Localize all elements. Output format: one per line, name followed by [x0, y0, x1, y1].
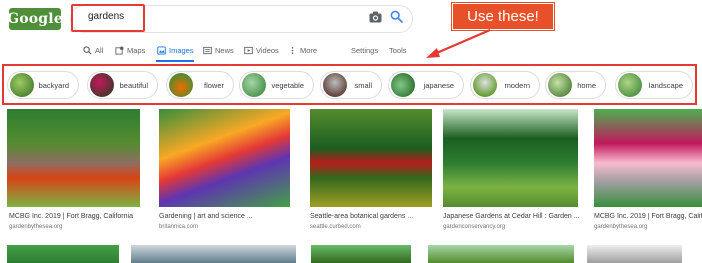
result-image[interactable] — [131, 245, 296, 263]
result-source: seattle.curbed.com — [310, 224, 361, 230]
map-icon — [115, 45, 124, 55]
chip-thumbnail — [323, 73, 347, 97]
chip-thumbnail — [242, 73, 266, 97]
chip-thumbnail — [391, 73, 415, 97]
chip-label: japanese — [423, 80, 454, 90]
query-highlight-box — [71, 4, 145, 32]
result-image[interactable] — [159, 109, 290, 207]
image-icon — [157, 45, 166, 55]
chip-small[interactable]: small — [320, 71, 382, 99]
tab-label: News — [215, 45, 234, 55]
tools-label: Tools — [389, 45, 407, 55]
result-caption[interactable]: Seattle-area botanical gardens ... — [310, 213, 413, 220]
chip-modern[interactable]: modern — [470, 71, 540, 99]
tab-images[interactable]: Images — [157, 44, 194, 56]
tab-label: All — [95, 45, 104, 55]
active-tab-underline — [156, 60, 194, 62]
result-image[interactable] — [7, 245, 119, 263]
result-image[interactable] — [310, 109, 432, 207]
chip-beautiful[interactable]: beautiful — [87, 71, 158, 99]
chip-backyard[interactable]: backyard — [7, 71, 79, 99]
chip-thumbnail — [169, 73, 193, 97]
tab-label: Videos — [256, 45, 279, 55]
search-icon[interactable] — [390, 10, 403, 23]
chip-japanese[interactable]: japanese — [388, 71, 464, 99]
chip-vegetable[interactable]: vegetable — [239, 71, 314, 99]
chip-label: modern — [504, 80, 530, 90]
chip-label: flower — [203, 80, 224, 90]
more-vert-icon — [291, 46, 294, 54]
chip-label: landscape — [648, 80, 683, 90]
tab-maps[interactable]: Maps — [115, 44, 145, 56]
chip-label: beautiful — [119, 80, 148, 90]
chip-flower[interactable]: flower — [166, 71, 234, 99]
tab-label: Maps — [127, 45, 146, 55]
chip-home[interactable]: home — [545, 71, 606, 99]
result-image[interactable] — [428, 245, 574, 263]
result-caption[interactable]: Gardening | art and science ... — [159, 213, 253, 220]
tools-link[interactable]: Tools — [389, 44, 407, 56]
news-icon — [203, 46, 212, 54]
result-caption[interactable]: Japanese Gardens at Cedar Hill : Garden … — [443, 213, 580, 220]
tab-news[interactable]: News — [203, 44, 234, 56]
result-source: gardenbythesea.org — [9, 224, 63, 230]
result-source: britannica.com — [159, 224, 199, 230]
chip-thumbnail — [10, 73, 34, 97]
chip-thumbnail — [473, 73, 497, 97]
search-icon — [83, 45, 92, 55]
camera-icon[interactable] — [369, 11, 382, 23]
settings-label: Settings — [351, 45, 379, 55]
result-image[interactable] — [594, 109, 702, 207]
result-source: gardenconservancy.org — [443, 224, 506, 230]
chip-thumbnail — [618, 73, 642, 97]
chip-thumbnail — [90, 73, 114, 97]
settings-link[interactable]: Settings — [351, 44, 378, 56]
tab-more[interactable]: More — [288, 44, 317, 56]
result-image[interactable] — [7, 109, 140, 207]
result-image[interactable] — [443, 109, 578, 207]
tab-label: More — [300, 45, 318, 55]
chip-thumbnail — [548, 73, 572, 97]
result-image[interactable] — [587, 245, 682, 263]
video-icon — [244, 46, 253, 54]
chip-label: backyard — [38, 80, 69, 90]
callout-arrow — [426, 28, 491, 58]
result-caption[interactable]: MCBG Inc. 2019 | Fort Bragg, California — [9, 213, 133, 220]
tab-label: Images — [169, 45, 194, 55]
result-source: gardenbythesea.org — [594, 224, 648, 230]
chip-label: vegetable — [271, 80, 304, 90]
result-image[interactable] — [311, 245, 411, 263]
chip-label: home — [577, 80, 596, 90]
chip-landscape[interactable]: landscape — [615, 71, 693, 99]
google-logo[interactable]: Google — [7, 8, 63, 30]
result-caption[interactable]: MCBG Inc. 2019 | Fort Bragg, Califor — [594, 213, 702, 220]
tab-videos[interactable]: Videos — [244, 44, 279, 56]
chip-label: small — [354, 80, 372, 90]
tab-all[interactable]: All — [83, 44, 103, 56]
